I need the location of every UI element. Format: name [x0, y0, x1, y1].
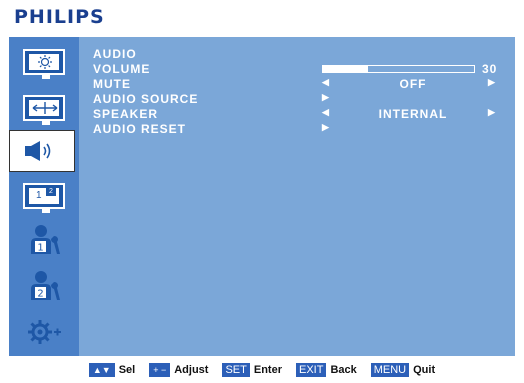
mute-row[interactable]: MUTE ◀ OFF ▶ [93, 77, 503, 92]
sidebar-item-advanced[interactable] [16, 313, 72, 351]
audio-reset-row[interactable]: AUDIO RESET ▶ [93, 122, 503, 137]
sidebar-item-config1[interactable]: 1 [16, 221, 72, 259]
speaker-left-arrow-icon[interactable]: ◀ [322, 107, 330, 118]
speaker-label: SPEAKER [93, 107, 159, 121]
audio-reset-submenu-arrow-icon[interactable]: ▶ [322, 122, 330, 133]
menu-title-row: AUDIO [93, 47, 503, 62]
sidebar-item-config2[interactable]: 2 [16, 267, 72, 305]
menu-key: MENU [370, 362, 410, 377]
hint-enter-label: Enter [253, 363, 282, 376]
volume-slider-fill [323, 66, 369, 72]
hint-quit-label: Quit [413, 363, 436, 376]
audio-icon [25, 141, 51, 161]
volume-value: 30 [482, 62, 498, 76]
pip-sub-number: 2 [46, 187, 56, 196]
sidebar-item-screen[interactable] [16, 89, 72, 127]
hint-quit: MENU Quit [370, 362, 436, 377]
speaker-right-arrow-icon[interactable]: ▶ [488, 107, 496, 118]
config1-icon: 1 [31, 225, 60, 254]
sidebar-item-audio[interactable] [9, 130, 75, 172]
hint-sel-label: Sel [118, 363, 136, 376]
volume-slider[interactable] [322, 65, 475, 73]
sidebar-item-pip[interactable]: 1 2 [16, 177, 72, 215]
svg-text:1: 1 [37, 243, 43, 254]
volume-label: VOLUME [93, 62, 151, 76]
hint-sel: ▲▼ Sel [88, 362, 136, 377]
mute-left-arrow-icon[interactable]: ◀ [322, 77, 330, 88]
speaker-row[interactable]: SPEAKER ◀ INTERNAL ▶ [93, 107, 503, 122]
up-down-key-icon: ▲▼ [88, 362, 115, 377]
mute-value: OFF [399, 77, 427, 91]
volume-row[interactable]: VOLUME 30 [93, 62, 503, 77]
osd-menu: 1 2 1 2 AUDIO VOLUME 30 MUTE ◀ OFF ▶ AUD… [9, 37, 515, 356]
set-key: SET [222, 362, 250, 377]
screen-icon [23, 95, 65, 125]
sidebar: 1 2 1 2 [9, 37, 79, 356]
brand-logo: PHILIPS [14, 6, 105, 28]
audio-source-row[interactable]: AUDIO SOURCE ▶ [93, 92, 503, 107]
footer-hints: ▲▼ Sel + − Adjust SET Enter EXIT Back ME… [0, 356, 524, 383]
hint-back-label: Back [330, 363, 357, 376]
exit-key: EXIT [295, 362, 327, 377]
plus-minus-key-icon: + − [149, 362, 171, 377]
hint-enter: SET Enter [222, 362, 282, 377]
svg-text:2: 2 [37, 289, 43, 300]
hint-adjust-label: Adjust [174, 363, 209, 376]
audio-source-submenu-arrow-icon[interactable]: ▶ [322, 92, 330, 103]
config2-icon: 2 [31, 271, 60, 300]
pip-icon: 1 2 [23, 183, 65, 213]
audio-source-label: AUDIO SOURCE [93, 92, 199, 106]
picture-icon [23, 49, 65, 79]
sidebar-item-picture[interactable] [16, 43, 72, 81]
audio-reset-label: AUDIO RESET [93, 122, 187, 136]
mute-right-arrow-icon[interactable]: ▶ [488, 77, 496, 88]
hint-adjust: + − Adjust [149, 362, 209, 377]
speaker-value: INTERNAL [378, 107, 448, 121]
advanced-option-icon [28, 320, 61, 344]
pip-main-number: 1 [36, 190, 42, 201]
hint-back: EXIT Back [295, 362, 357, 377]
menu-title: AUDIO [93, 47, 137, 61]
mute-label: MUTE [93, 77, 131, 91]
